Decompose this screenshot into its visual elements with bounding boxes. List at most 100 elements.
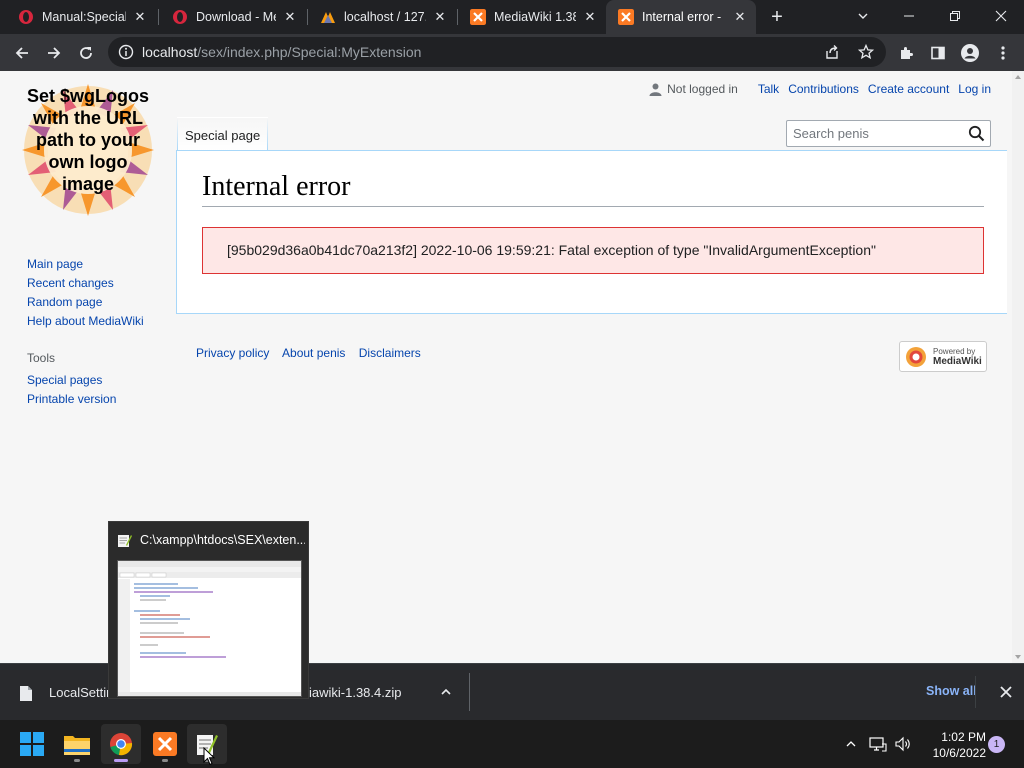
network-icon[interactable] <box>868 734 888 754</box>
close-window-button[interactable] <box>978 0 1024 30</box>
tab-download[interactable]: Download - Me ✕ <box>160 0 306 34</box>
tab-title: MediaWiki 1.38. <box>494 10 576 24</box>
powered-by-text: Powered by <box>933 347 976 356</box>
tab-manual-special[interactable]: Manual:Special p ✕ <box>6 0 156 34</box>
browser-toolbar: localhost/sex/index.php/Special:MyExtens… <box>0 34 1024 71</box>
xampp-icon <box>470 9 486 25</box>
restore-button[interactable] <box>932 0 978 30</box>
browser-tab-strip: Manual:Special p ✕ Download - Me ✕ local… <box>0 0 1024 34</box>
reload-icon <box>80 47 92 59</box>
close-shelf-icon[interactable] <box>998 684 1014 700</box>
url-text[interactable]: localhost/sex/index.php/Special:MyExtens… <box>142 44 421 60</box>
download-item-mediawiki-zip[interactable]: iawiki-1.38.4.zip <box>309 685 402 700</box>
windows-logo-icon <box>20 732 44 756</box>
windows-taskbar: 1:02 PM 10/6/2022 1 <box>0 720 1024 768</box>
show-all-button[interactable]: Show all <box>926 684 977 698</box>
clock-time: 1:02 PM <box>941 730 986 744</box>
close-tab-icon[interactable]: ✕ <box>732 9 748 25</box>
nav-random-page[interactable]: Random page <box>27 293 144 312</box>
tools-heading: Tools <box>27 351 56 365</box>
notepadpp-icon <box>118 535 132 547</box>
main-content: Internal error [95b029d36a0b41dc70a213f2… <box>176 150 1007 314</box>
navigation-portal: Main page Recent changes Random page Hel… <box>27 255 144 331</box>
start-button[interactable] <box>12 724 52 764</box>
scroll-up-arrow-icon[interactable] <box>1015 75 1021 79</box>
show-hidden-icons-chevron[interactable] <box>841 734 861 754</box>
minimize-button[interactable] <box>886 0 932 30</box>
mouse-cursor-icon <box>203 747 215 766</box>
system-clock[interactable]: 1:02 PM 10/6/2022 <box>922 729 986 761</box>
footer-places: Privacy policy About penis Disclaimers <box>196 346 431 360</box>
tools-special-pages[interactable]: Special pages <box>27 371 116 390</box>
not-logged-in-text: Not logged in <box>667 82 738 96</box>
tools-printable-version[interactable]: Printable version <box>27 390 116 409</box>
close-tab-icon[interactable]: ✕ <box>132 9 148 25</box>
about-link[interactable]: About penis <box>282 346 345 360</box>
download-item-localsettings[interactable]: LocalSettir <box>49 685 110 700</box>
forward-button[interactable] <box>40 39 68 67</box>
log-in-link[interactable]: Log in <box>958 82 991 96</box>
taskbar-file-explorer[interactable] <box>57 724 97 764</box>
tab-phpmyadmin[interactable]: localhost / 127.0 ✕ <box>308 0 456 34</box>
taskbar-xampp[interactable] <box>145 724 185 764</box>
talk-link[interactable]: Talk <box>758 82 779 96</box>
search-icon[interactable] <box>968 125 985 142</box>
nav-main-page[interactable]: Main page <box>27 255 144 274</box>
tab-title: Internal error - <box>642 10 722 24</box>
notification-badge[interactable]: 1 <box>988 736 1005 753</box>
editor-thumbnail <box>118 561 301 696</box>
xampp-icon <box>618 9 634 25</box>
user-icon <box>649 83 662 96</box>
browser-menu-icon[interactable] <box>993 43 1013 63</box>
page-scrollbar[interactable] <box>1012 71 1024 663</box>
site-logo[interactable]: Set $wgLogos with the URL path to your o… <box>22 81 154 219</box>
shelf-separator <box>975 676 976 708</box>
chevron-up-icon[interactable] <box>440 686 452 698</box>
tab-title: Download - Me <box>196 10 276 24</box>
back-button[interactable] <box>8 39 36 67</box>
error-message-box: [95b029d36a0b41dc70a213f2] 2022-10-06 19… <box>202 227 984 274</box>
clock-date: 10/6/2022 <box>932 746 986 760</box>
preview-thumbnail-image[interactable] <box>117 560 302 697</box>
running-indicator <box>162 759 168 762</box>
profile-avatar-icon[interactable] <box>960 43 980 63</box>
reload-button[interactable] <box>72 39 100 67</box>
disclaimers-link[interactable]: Disclaimers <box>359 346 421 360</box>
bookmark-star-icon[interactable] <box>856 42 876 62</box>
running-indicator <box>114 759 128 762</box>
create-account-link[interactable]: Create account <box>868 82 949 96</box>
side-panel-icon[interactable] <box>928 43 948 63</box>
scroll-down-arrow-icon[interactable] <box>1015 655 1021 659</box>
phpmyadmin-icon <box>321 12 335 23</box>
search-box[interactable] <box>786 120 991 147</box>
powered-by-mediawiki-badge[interactable]: Powered by MediaWiki <box>899 341 987 372</box>
close-tab-icon[interactable]: ✕ <box>432 9 448 25</box>
tab-special-page[interactable]: Special page <box>177 117 269 151</box>
url-host: localhost <box>142 44 198 60</box>
close-tab-icon[interactable]: ✕ <box>282 9 298 25</box>
tab-separator <box>158 9 159 25</box>
extensions-puzzle-icon[interactable] <box>896 43 916 63</box>
file-icon <box>20 686 32 701</box>
privacy-policy-link[interactable]: Privacy policy <box>196 346 269 360</box>
share-icon[interactable] <box>822 42 842 62</box>
address-bar[interactable]: localhost/sex/index.php/Special:MyExtens… <box>108 37 886 67</box>
url-path: /sex/index.php/Special:MyExtension <box>197 44 422 60</box>
nav-recent-changes[interactable]: Recent changes <box>27 274 144 293</box>
tab-internal-error[interactable]: Internal error - ✕ <box>606 0 756 34</box>
tab-search-chevron-icon[interactable] <box>840 0 886 30</box>
new-tab-button[interactable]: + <box>766 6 788 28</box>
tab-title: Manual:Special p <box>42 10 126 24</box>
search-input[interactable] <box>787 121 962 146</box>
taskbar-window-preview[interactable]: C:\xampp\htdocs\SEX\exten... <box>108 521 309 699</box>
volume-icon[interactable] <box>893 734 913 754</box>
logo-placeholder-text: Set $wgLogos with the URL path to your o… <box>26 86 149 194</box>
tab-mediawiki[interactable]: MediaWiki 1.38. ✕ <box>458 0 606 34</box>
forward-arrow-icon <box>48 47 61 59</box>
nav-help[interactable]: Help about MediaWiki <box>27 312 144 331</box>
opera-icon <box>19 10 33 24</box>
contributions-link[interactable]: Contributions <box>788 82 859 96</box>
close-tab-icon[interactable]: ✕ <box>582 9 598 25</box>
taskbar-chrome[interactable] <box>101 724 141 764</box>
site-info-icon[interactable] <box>118 44 134 60</box>
